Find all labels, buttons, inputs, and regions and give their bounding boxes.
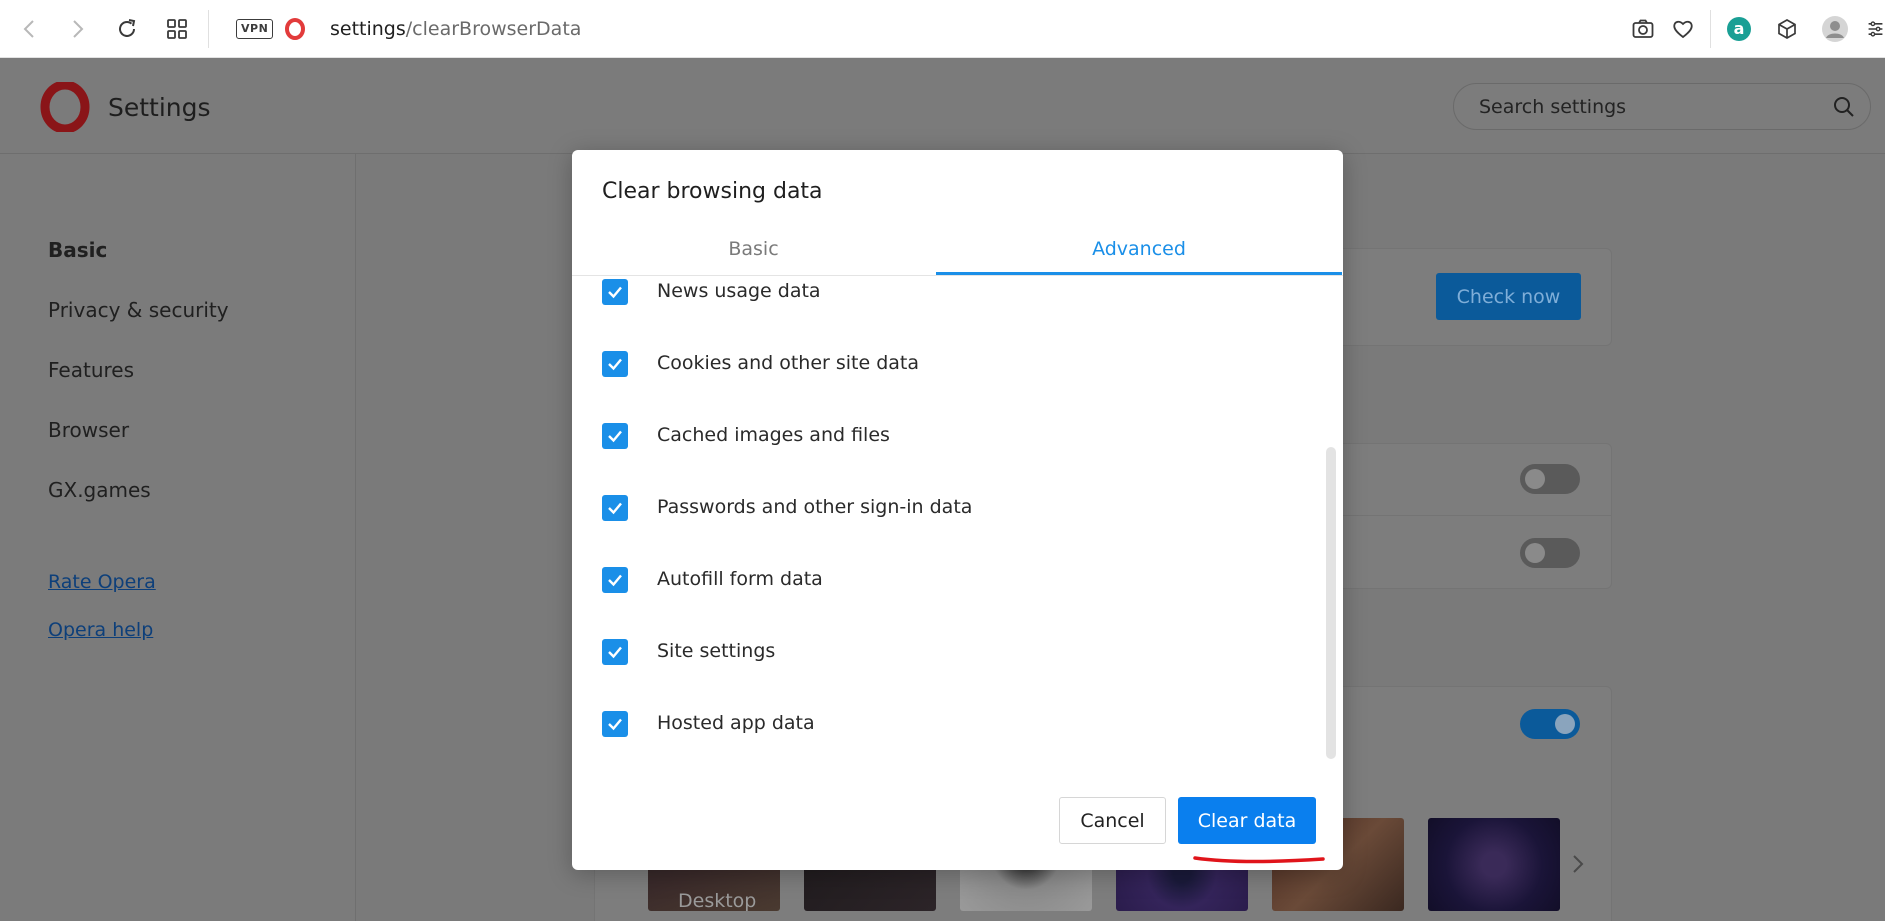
- checkmark-icon: [608, 574, 622, 587]
- wallpaper-thumbnail[interactable]: [1428, 818, 1560, 911]
- reload-button[interactable]: [112, 14, 142, 44]
- toggle-switch-2[interactable]: [1520, 538, 1580, 568]
- checkmark-icon: [608, 430, 622, 443]
- card-divider: [1342, 515, 1612, 516]
- address-bar[interactable]: settings/clearBrowserData: [330, 17, 581, 41]
- opera-site-icon: [280, 14, 310, 44]
- sidebar-item-privacy-security[interactable]: Privacy & security: [48, 298, 229, 322]
- checkmark-icon: [608, 646, 622, 659]
- extensions-button[interactable]: [1772, 14, 1802, 44]
- vpn-badge[interactable]: VPN: [236, 19, 274, 39]
- browser-toolbar: VPN settings/clearBrowserData a: [0, 0, 1885, 58]
- option-label: News usage data: [657, 280, 821, 302]
- page-title: Settings: [108, 93, 211, 122]
- opera-logo-icon: [40, 80, 90, 136]
- checkmark-icon: [608, 358, 622, 371]
- option-passwords-sign-in-data[interactable]: Passwords and other sign-in data: [602, 494, 972, 522]
- next-arrow-icon[interactable]: [1570, 853, 1586, 879]
- forward-button[interactable]: [62, 14, 92, 44]
- sidebar-item-basic[interactable]: Basic: [48, 238, 107, 262]
- checkmark-icon: [608, 502, 622, 515]
- sliders-icon: [1868, 21, 1883, 37]
- reload-icon: [119, 19, 136, 37]
- bookmarks-button[interactable]: [1668, 14, 1698, 44]
- clear-browsing-data-dialog: Clear browsing data Basic Advanced News …: [572, 150, 1343, 870]
- checkbox-news-usage-data[interactable]: [602, 279, 628, 305]
- checkbox-autofill-form-data[interactable]: [602, 567, 628, 593]
- sidebar-item-gx-games[interactable]: GX.games: [48, 478, 151, 502]
- avatar-icon: [1822, 16, 1848, 42]
- option-label: Cached images and files: [657, 424, 890, 446]
- toggle-switch-wallpapers[interactable]: [1520, 709, 1580, 739]
- checkbox-site-settings[interactable]: [602, 639, 628, 665]
- sidebar-item-features[interactable]: Features: [48, 358, 134, 382]
- option-label: Hosted app data: [657, 712, 815, 734]
- snapshot-button[interactable]: [1628, 14, 1658, 44]
- dialog-title: Clear browsing data: [602, 179, 823, 204]
- search-icon: [1832, 95, 1856, 123]
- red-underline-annotation: [1193, 850, 1325, 869]
- search-settings-box[interactable]: [1453, 83, 1871, 130]
- back-arrow-icon: [23, 20, 34, 38]
- checkbox-hosted-app-data[interactable]: [602, 711, 628, 737]
- settings-sidebar: [0, 154, 356, 921]
- option-cookies-site-data[interactable]: Cookies and other site data: [602, 350, 919, 378]
- option-label: Cookies and other site data: [657, 352, 920, 374]
- heart-icon: [1673, 20, 1693, 39]
- dialog-scrollbar[interactable]: [1326, 447, 1336, 759]
- checkbox-passwords-sign-in-data[interactable]: [602, 495, 628, 521]
- option-label: Autofill form data: [657, 568, 823, 590]
- amazon-extension-button[interactable]: a: [1724, 14, 1754, 44]
- rate-opera-link[interactable]: Rate Opera: [48, 571, 156, 593]
- wallpaper-label: Desktop: [678, 890, 757, 912]
- camera-icon: [1632, 19, 1654, 38]
- option-hosted-app-data[interactable]: Hosted app data: [602, 710, 815, 738]
- toolbar-divider-2: [1710, 10, 1711, 48]
- speed-dial-button[interactable]: [162, 14, 192, 44]
- option-autofill-form-data[interactable]: Autofill form data: [602, 566, 823, 594]
- back-button[interactable]: [15, 14, 45, 44]
- sidebar-item-browser[interactable]: Browser: [48, 418, 129, 442]
- cancel-button[interactable]: Cancel: [1059, 797, 1166, 844]
- profile-button[interactable]: [1820, 14, 1850, 44]
- search-input[interactable]: [1479, 94, 1809, 120]
- check-now-button[interactable]: Check now: [1436, 273, 1581, 320]
- toggle-switch-1[interactable]: [1520, 464, 1580, 494]
- svg-text:a: a: [1734, 19, 1745, 38]
- checkmark-icon: [608, 286, 622, 299]
- clear-data-button[interactable]: Clear data: [1178, 797, 1316, 844]
- url-host: settings: [330, 18, 406, 40]
- easy-setup-button[interactable]: [1866, 14, 1885, 44]
- checkbox-cookies-site-data[interactable]: [602, 351, 628, 377]
- tab-progress: [0, 0, 700, 2]
- checkmark-icon: [608, 718, 622, 731]
- amazon-icon: a: [1727, 17, 1751, 41]
- tab-basic[interactable]: Basic: [572, 223, 935, 275]
- toolbar-divider: [208, 10, 209, 48]
- opera-help-link[interactable]: Opera help: [48, 619, 153, 641]
- tab-selected-indicator: [936, 272, 1342, 275]
- checkbox-cached-images-files[interactable]: [602, 423, 628, 449]
- option-label: Site settings: [657, 640, 776, 662]
- grid-icon: [167, 19, 187, 39]
- tab-advanced[interactable]: Advanced: [936, 223, 1342, 275]
- url-path: /clearBrowserData: [405, 18, 582, 40]
- option-cached-images-files[interactable]: Cached images and files: [602, 422, 890, 450]
- option-news-usage-data[interactable]: News usage data: [602, 278, 821, 306]
- cube-icon: [1778, 19, 1796, 39]
- forward-arrow-icon: [73, 20, 84, 38]
- option-label: Passwords and other sign-in data: [657, 496, 973, 518]
- tab-border: [572, 275, 1343, 276]
- option-site-settings[interactable]: Site settings: [602, 638, 775, 666]
